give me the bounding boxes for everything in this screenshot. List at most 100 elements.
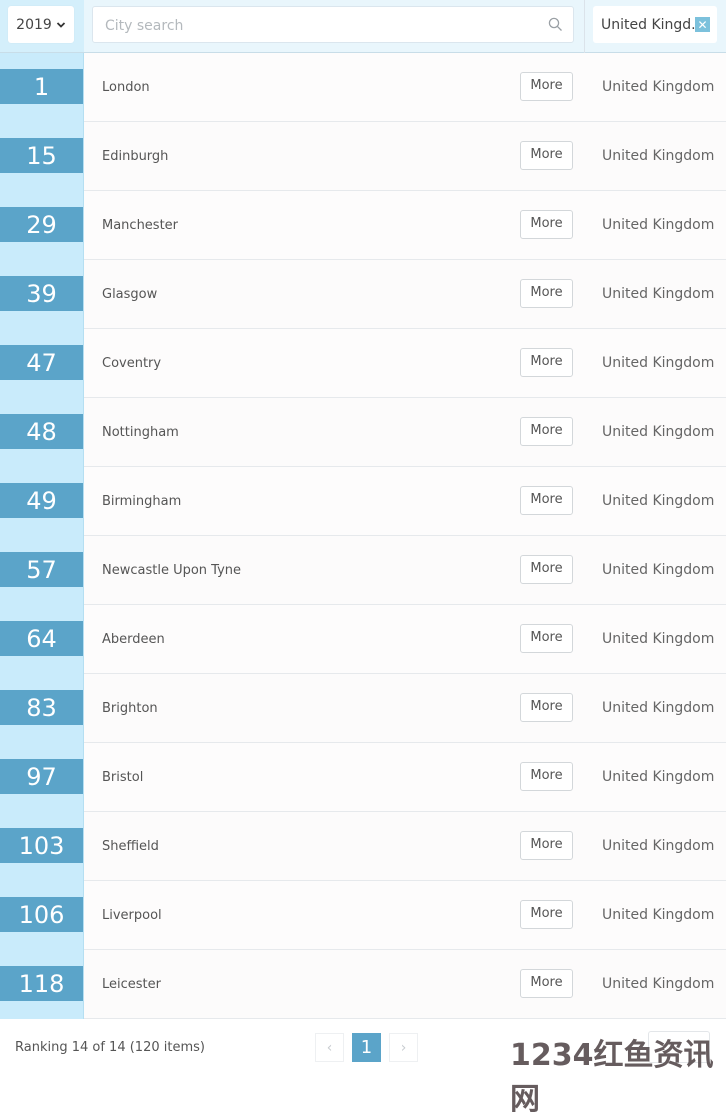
next-page-button[interactable]: ›	[389, 1033, 418, 1062]
country-name: United Kingdom	[602, 217, 715, 233]
country-name: United Kingdom	[602, 148, 715, 164]
country-name: United Kingdom	[602, 79, 715, 95]
table-row: 48 Nottingham More United Kingdom	[0, 398, 726, 467]
more-button[interactable]: More	[520, 762, 573, 791]
rank-cell: 39	[0, 260, 84, 329]
city-name: Bristol	[102, 770, 144, 785]
table-row: 15 Edinburgh More United Kingdom	[0, 122, 726, 191]
rank-badge: 48	[0, 414, 83, 449]
country-name: United Kingdom	[602, 493, 715, 509]
city-name: Aberdeen	[102, 632, 165, 647]
table-row: 1 London More United Kingdom	[0, 53, 726, 122]
city-name: Leicester	[102, 977, 161, 992]
ranking-summary: Ranking 14 of 14 (120 items)	[15, 1040, 205, 1055]
rank-badge: 39	[0, 276, 83, 311]
rank-cell: 15	[0, 122, 84, 191]
city-name: London	[102, 80, 150, 95]
rank-cell: 48	[0, 398, 84, 467]
city-name: Nottingham	[102, 425, 179, 440]
rank-cell: 57	[0, 536, 84, 605]
rank-badge: 47	[0, 345, 83, 380]
toolbar: 2019 United Kingd... ✕	[0, 0, 726, 53]
rank-badge: 29	[0, 207, 83, 242]
table-row: 83 Brighton More United Kingdom	[0, 674, 726, 743]
rank-cell: 64	[0, 605, 84, 674]
ranking-table: 1 London More United Kingdom 15 Edinburgh More…	[0, 53, 726, 1019]
more-button[interactable]: More	[520, 624, 573, 653]
rank-cell: 1	[0, 53, 84, 122]
clear-filter-icon[interactable]: ✕	[695, 17, 710, 32]
city-name: Coventry	[102, 356, 162, 371]
country-name: United Kingdom	[602, 907, 715, 923]
more-button[interactable]: More	[520, 555, 573, 584]
rank-badge: 1	[0, 69, 83, 104]
city-search-input[interactable]	[103, 7, 537, 44]
current-page-button[interactable]: 1	[352, 1033, 381, 1062]
table-row: 29 Manchester More United Kingdom	[0, 191, 726, 260]
city-name: Newcastle Upon Tyne	[102, 563, 242, 578]
city-name: Brighton	[102, 701, 158, 716]
rank-badge: 83	[0, 690, 83, 725]
rank-badge: 103	[0, 828, 83, 863]
table-row: 118 Leicester More United Kingdom	[0, 950, 726, 1019]
country-name: United Kingdom	[602, 562, 715, 578]
table-row: 47 Coventry More United Kingdom	[0, 329, 726, 398]
chevron-down-icon	[56, 21, 65, 28]
more-button[interactable]: More	[520, 969, 573, 998]
prev-page-button[interactable]: ‹	[315, 1033, 344, 1062]
country-name: United Kingdom	[602, 976, 715, 992]
country-filter[interactable]: United Kingd... ✕	[593, 6, 717, 43]
table-row: 64 Aberdeen More United Kingdom	[0, 605, 726, 674]
more-button[interactable]: More	[520, 417, 573, 446]
city-name: Birmingham	[102, 494, 182, 509]
city-name: Liverpool	[102, 908, 162, 923]
rank-badge: 118	[0, 966, 83, 1001]
more-button[interactable]: More	[520, 141, 573, 170]
rank-badge: 106	[0, 897, 83, 932]
table-row: 49 Birmingham More United Kingdom	[0, 467, 726, 536]
country-name: United Kingdom	[602, 769, 715, 785]
country-name: United Kingdom	[602, 424, 715, 440]
search-icon[interactable]	[548, 17, 563, 32]
country-name: United Kingdom	[602, 286, 715, 302]
more-button[interactable]: More	[520, 900, 573, 929]
rank-cell: 83	[0, 674, 84, 743]
rank-badge: 15	[0, 138, 83, 173]
more-button[interactable]: More	[520, 348, 573, 377]
year-select[interactable]: 2019	[8, 6, 74, 43]
rank-badge: 97	[0, 759, 83, 794]
rank-badge: 49	[0, 483, 83, 518]
table-row: 57 Newcastle Upon Tyne More United Kingdom	[0, 536, 726, 605]
table-row: 39 Glasgow More United Kingdom	[0, 260, 726, 329]
city-name: Glasgow	[102, 287, 158, 302]
more-button[interactable]: More	[520, 831, 573, 860]
country-filter-value: United Kingd...	[601, 16, 705, 33]
rank-cell: 106	[0, 881, 84, 950]
rank-cell: 97	[0, 743, 84, 812]
city-search-box[interactable]	[92, 6, 574, 44]
city-name: Edinburgh	[102, 149, 169, 164]
city-name: Manchester	[102, 218, 179, 233]
rank-cell: 49	[0, 467, 84, 536]
table-row: 97 Bristol More United Kingdom	[0, 743, 726, 812]
rank-badge: 64	[0, 621, 83, 656]
pagination: ‹ 1 ›	[315, 1033, 418, 1062]
country-name: United Kingdom	[602, 700, 715, 716]
more-button[interactable]: More	[520, 486, 573, 515]
rank-badge: 57	[0, 552, 83, 587]
more-button[interactable]: More	[520, 279, 573, 308]
more-button[interactable]: More	[520, 210, 573, 239]
rank-cell: 118	[0, 950, 84, 1019]
table-row: 103 Sheffield More United Kingdom	[0, 812, 726, 881]
city-name: Sheffield	[102, 839, 159, 854]
more-button[interactable]: More	[520, 72, 573, 101]
rank-cell: 103	[0, 812, 84, 881]
rank-cell: 29	[0, 191, 84, 260]
watermark: 1234红鱼资讯网	[510, 1038, 714, 1117]
country-name: United Kingdom	[602, 838, 715, 854]
table-row: 106 Liverpool More United Kingdom	[0, 881, 726, 950]
rank-cell: 47	[0, 329, 84, 398]
country-name: United Kingdom	[602, 355, 715, 371]
more-button[interactable]: More	[520, 693, 573, 722]
country-name: United Kingdom	[602, 631, 715, 647]
